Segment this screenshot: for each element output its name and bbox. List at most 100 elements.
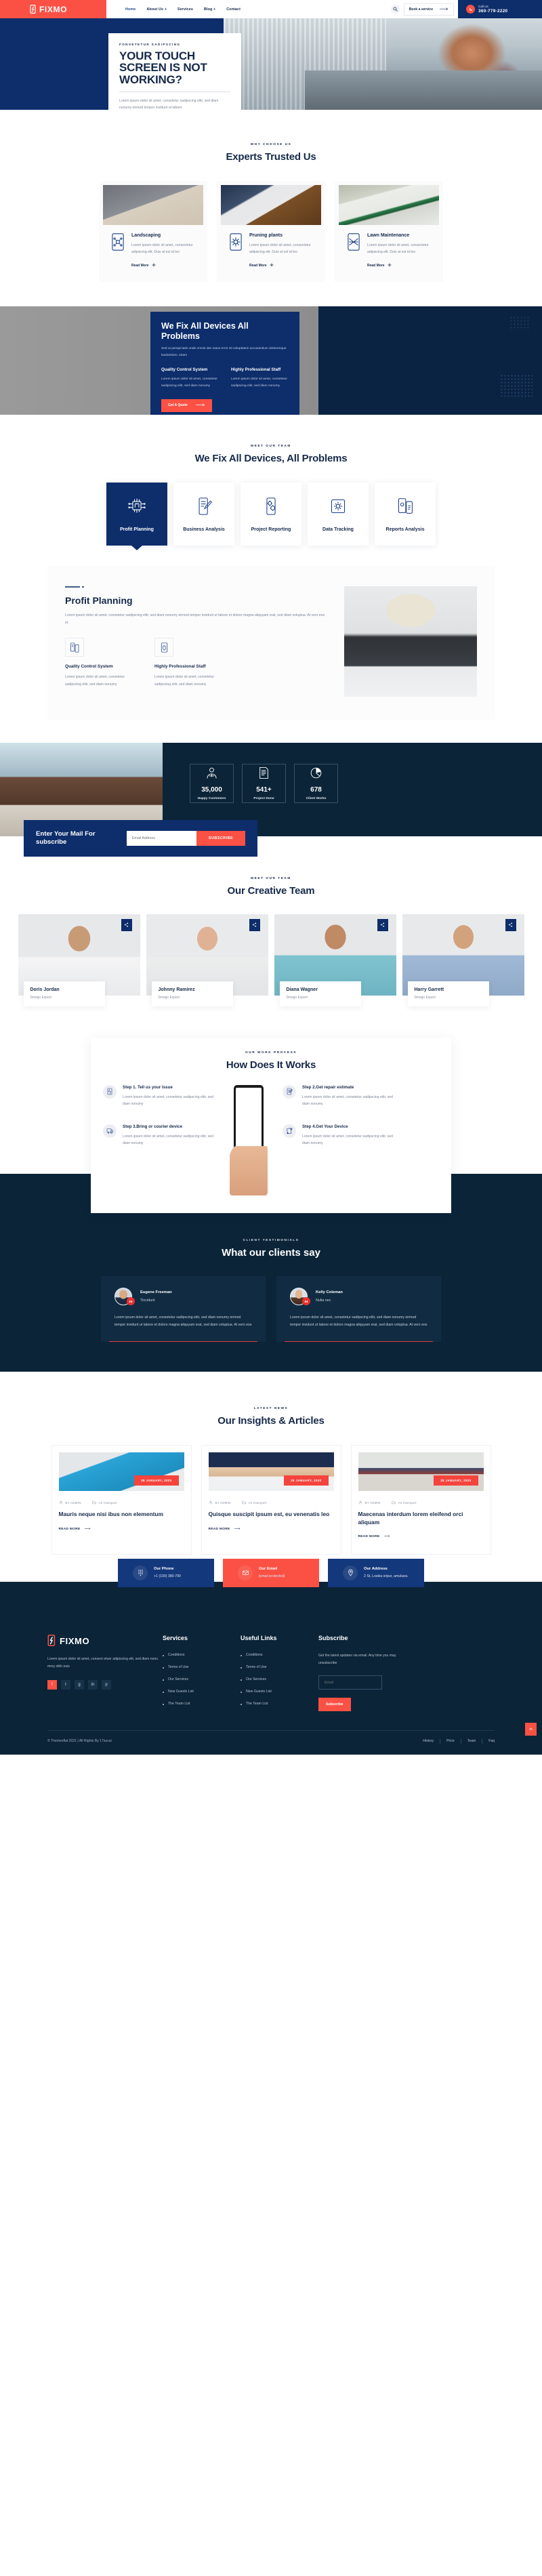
process-step-title: Step 1. Tell us your Issue [123,1084,173,1090]
footer-link[interactable]: The Team List [241,1702,318,1706]
why-card-text: Lorem ipsum dolor sit amet, consectetur … [249,243,311,255]
stats-list: 35,000 Happy Customers 541+ Project Done… [190,763,338,803]
read-more-link[interactable]: Read More [367,263,392,268]
facebook-icon[interactable]: f [47,1680,57,1690]
contact-card-address[interactable]: Our Address 2 St, Loskia sripur, amukara… [328,1558,424,1587]
tab-reports-analysis[interactable]: Reports Analysis [375,482,436,546]
nav-item-services[interactable]: Services [178,7,193,12]
blog-category: Air transport [241,1500,267,1505]
contact-card-title: Our Address [364,1567,388,1572]
share-icon[interactable] [377,918,388,931]
testimonial-role: Nulla nec [316,1298,331,1303]
feature-title: Highly Professional Staff [231,367,281,373]
book-a-service-button[interactable]: Book a service [403,3,454,16]
footer-link[interactable]: New Guests List [163,1690,241,1694]
contact-card-email[interactable]: Our Email [email protected] [223,1558,319,1587]
why-card[interactable]: Lawn Maintenance Lorem ipsum dolor sit a… [335,181,443,282]
nav-item-contact[interactable]: Contact [226,7,241,12]
footer-link[interactable]: Conditions [241,1653,318,1657]
team-card[interactable]: Diana Wagner Design Expert [274,914,396,1006]
team-card[interactable]: Harry Garrett Design Expert [402,914,524,1006]
tab-data-tracking[interactable]: Data Tracking [308,482,369,546]
share-icon[interactable] [505,918,516,931]
avatar [114,1287,135,1305]
why-card[interactable]: Landscaping Lorem ipsum dolor sit amet, … [99,181,207,282]
blog-read-more-link[interactable]: READ MORE [358,1534,390,1539]
team-card[interactable]: Doris Jordan Design Expert [18,914,140,1006]
footer-subscribe-button[interactable]: Subscribe [318,1698,351,1712]
process-step: Step 1. Tell us your Issue Lorem ipsum d… [103,1084,215,1108]
share-icon[interactable] [121,918,132,931]
process-column-right: Step 2.Get repair estimate Lorem ipsum d… [283,1084,394,1164]
footer-bottom-link-faq[interactable]: Faq [488,1739,495,1743]
hero-background-image [224,18,542,110]
tab-business-analysis[interactable]: Business Analysis [173,482,234,546]
process-wrapper: OUR WORK PROCESS How Does It Works Step … [0,1015,542,1213]
call-us-block[interactable]: Call Us 360-779-2220 [458,0,542,18]
blog-read-more-link[interactable]: READ MORE [59,1527,91,1532]
nav-item-about[interactable]: About Us + [146,7,167,12]
footer-bottom-links: History Price Team Faq [423,1738,495,1744]
google-plus-icon[interactable]: g [75,1680,84,1690]
tab-label: Reports Analysis [385,527,425,532]
hero-title: YOUR TOUCH SCREEN IS NOT WORKING? [119,49,207,86]
footer-link[interactable]: Our Services [241,1677,318,1681]
process-step: Step 4.Get Your Device Lorem ipsum dolor… [283,1124,394,1147]
footer-link[interactable]: Conditions [163,1653,241,1657]
team-card[interactable]: Johnny Ramirez Design Expert [146,914,268,1006]
footer-link[interactable]: Terms of Use [163,1665,241,1669]
blog-card[interactable]: 28 JANUARY, 2020 BY ADMIN Air transport … [51,1445,192,1555]
footer-bottom-link-history[interactable]: History [423,1739,434,1743]
process-step-title: Step 3.Bring or courier device [123,1124,183,1129]
footer-bottom-link-team[interactable]: Team [467,1739,476,1743]
blog-category: Air transport [91,1500,117,1505]
process-card: OUR WORK PROCESS How Does It Works Step … [91,1037,451,1213]
footer-logo[interactable]: FIXMO [47,1634,163,1648]
blog-card[interactable]: 28 JANUARY, 2020 BY ADMIN Air transport … [350,1445,491,1555]
contact-card-value: 2 St, Loskia sripur, amukara. [364,1574,409,1579]
subscribe-email-input[interactable] [127,830,196,846]
subscribe-button[interactable]: SUBSCRIBE [196,830,245,846]
read-more-link[interactable]: Read More [249,263,274,268]
blog-card[interactable]: 28 JANUARY, 2020 BY ADMIN Air transport … [201,1445,341,1555]
tab-project-reporting[interactable]: Project Reporting [241,482,301,546]
scroll-to-top-button[interactable] [525,1722,537,1736]
header-actions: Book a service [390,0,458,18]
nav-item-blog[interactable]: Blog + [204,7,215,12]
we-fix-banner: We Fix All Devices All Problems Sed ut p… [0,306,542,415]
blog-read-more-link[interactable]: READ MORE [209,1527,241,1532]
plus-icon [152,263,156,268]
plus-icon [388,263,392,268]
tab-profit-planning[interactable]: Profit Planning [106,482,167,546]
decorative-line [65,586,328,588]
linkedin-icon[interactable]: in [88,1680,98,1690]
footer-link[interactable]: Terms of Use [241,1665,318,1669]
call-us-label: Call Us [478,4,488,8]
footer-link[interactable]: New Guests List [241,1690,318,1694]
chip-hand-icon [128,496,146,520]
read-more-link[interactable]: Read More [131,263,156,268]
stat-label: Happy Customers [197,796,226,800]
nav-item-home[interactable]: Home [125,7,136,12]
twitter-icon[interactable]: t [61,1680,70,1690]
footer-link[interactable]: Our Services [163,1677,241,1681]
footer-bottom-link-price[interactable]: Price [446,1739,455,1743]
logo[interactable]: FIXMO [0,0,106,18]
search-icon[interactable] [390,5,400,14]
footer-email-input[interactable] [318,1675,382,1690]
share-icon[interactable] [249,918,260,931]
blog-image: 28 JANUARY, 2020 [58,1452,184,1492]
blog-title: Our Insights & Articles [217,1415,325,1427]
why-title: Experts Trusted Us [226,151,316,163]
footer-logo-text: FIXMO [60,1635,90,1646]
folder-icon [91,1501,96,1505]
why-card[interactable]: Pruning plants Lorem ipsum dolor sit ame… [217,181,325,282]
pinterest-icon[interactable]: p [102,1680,111,1690]
two-phones-icon [396,496,414,520]
footer-link[interactable]: The Team List [163,1702,241,1706]
contact-card-phone[interactable]: Our Phone +1 (100) 380-790 [118,1558,214,1587]
tab-label: Profit Planning [120,527,154,532]
testimonials-eyebrow: CLIENT TESTIMONIALS [243,1238,299,1242]
get-a-quote-button[interactable]: Get A Quote [161,398,212,412]
feature-text: Lorem ipsum dolor sit amet, consetetur s… [231,377,287,388]
